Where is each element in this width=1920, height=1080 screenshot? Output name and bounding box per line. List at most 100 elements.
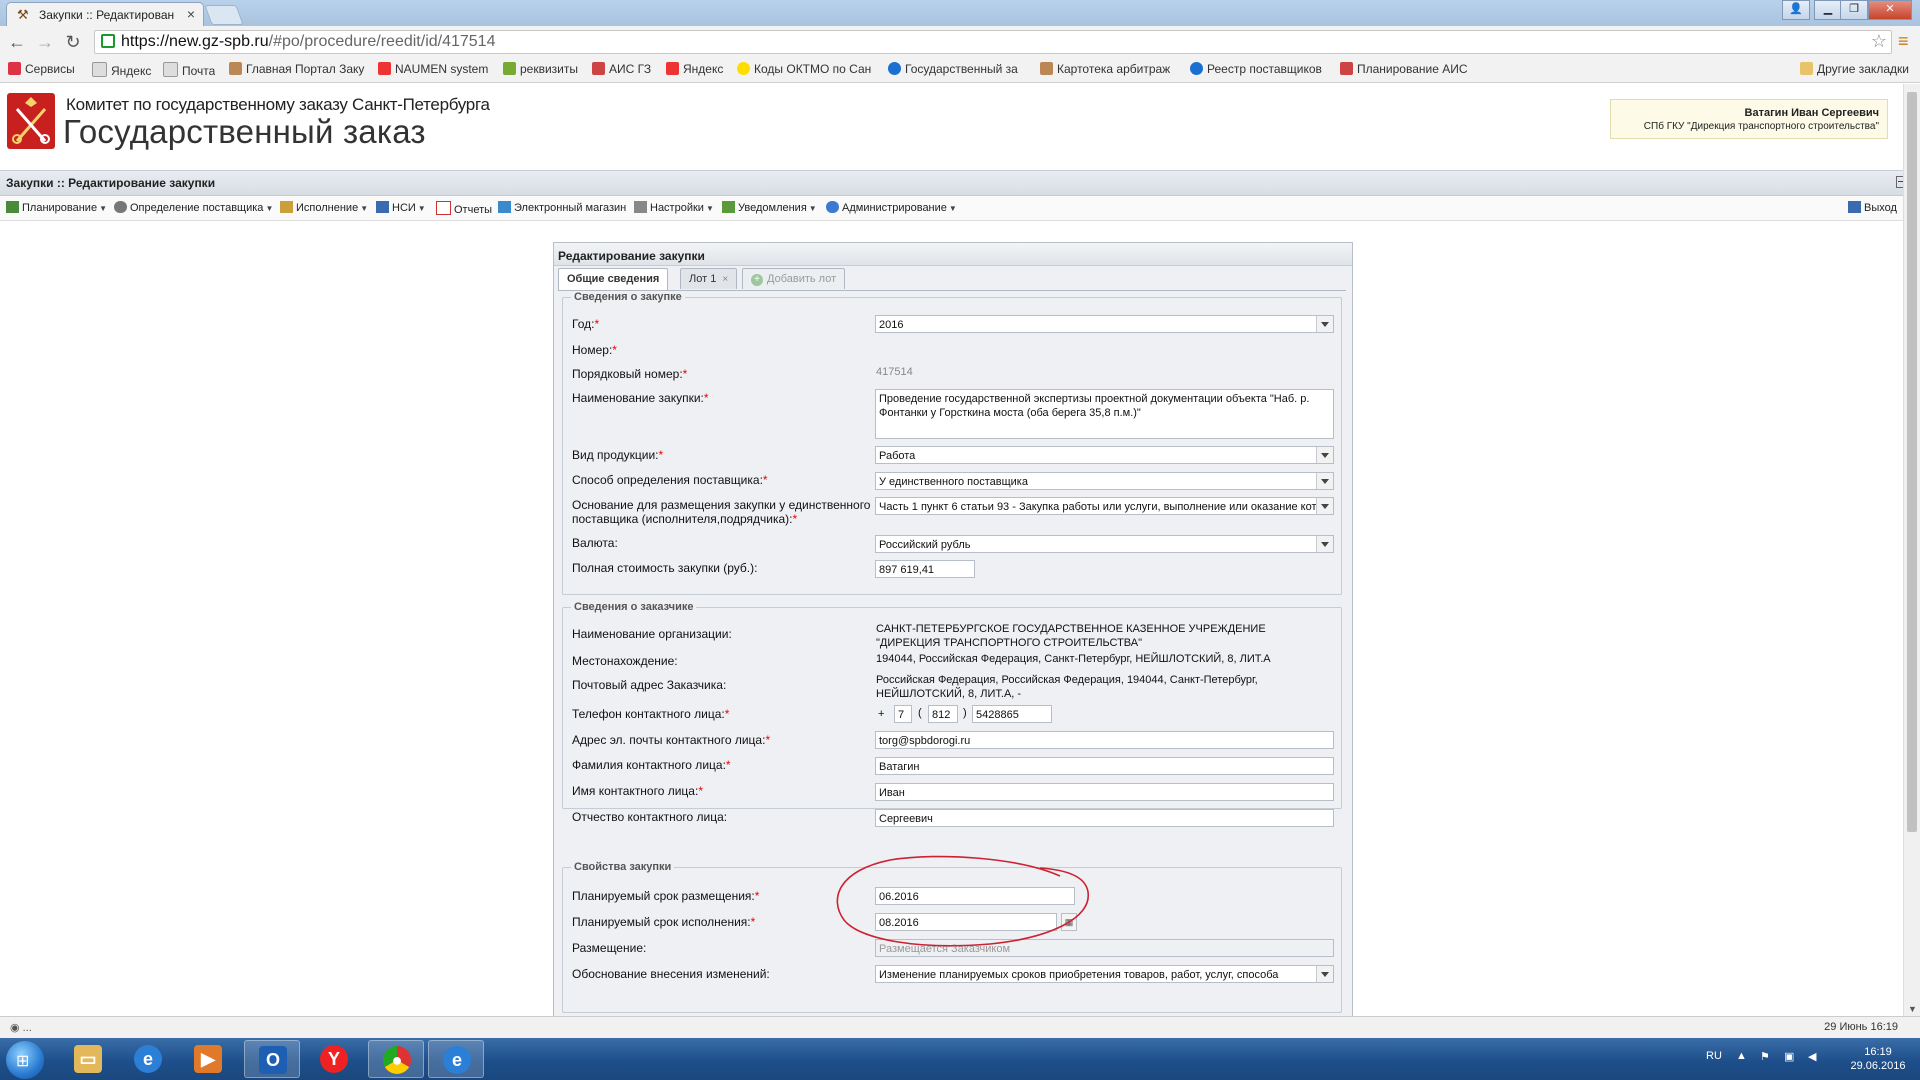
phone-country-input[interactable]: 7 [894, 705, 912, 723]
tools-icon [592, 62, 605, 75]
exit-button[interactable]: Выход [1848, 201, 1897, 214]
product-type-select[interactable]: Работа [875, 446, 1334, 464]
total-cost-input[interactable]: 897 619,41 [875, 560, 975, 578]
chevron-down-icon[interactable] [1316, 536, 1333, 552]
chevron-down-icon[interactable] [1316, 447, 1333, 463]
phone-number-input[interactable]: 5428865 [972, 705, 1052, 723]
bookmark-item[interactable]: Главная Портал Заку [229, 62, 365, 76]
tray-expand-icon[interactable]: ▲ [1736, 1050, 1747, 1062]
restore-window-button[interactable]: ❐ [1840, 0, 1868, 20]
back-arrow-icon[interactable]: ← [6, 32, 28, 52]
new-tab-button[interactable] [204, 5, 244, 25]
bookmark-item[interactable]: Яндекс [92, 62, 151, 78]
report-icon [436, 201, 451, 215]
internet-explorer-icon: e [134, 1045, 162, 1073]
close-tab-icon[interactable]: × [722, 274, 728, 285]
page-scrollbar[interactable]: ▼ [1903, 84, 1920, 1016]
product-type-label: Вид продукции:* [572, 448, 664, 462]
bookmark-item[interactable]: АИС ГЗ [592, 62, 651, 76]
tab-general[interactable]: Общие сведения [558, 268, 669, 290]
menu-execution[interactable]: Исполнение ▼ [280, 201, 368, 214]
language-indicator[interactable]: RU [1706, 1050, 1722, 1062]
menu-administration[interactable]: Администрирование ▼ [826, 201, 957, 214]
phone-label: Телефон контактного лица:* [572, 707, 730, 721]
change-reason-select[interactable]: Изменение планируемых сроков приобретени… [875, 965, 1334, 983]
procurement-name-textarea[interactable]: Проведение государственной экспертизы пр… [875, 389, 1334, 439]
user-profile-icon[interactable]: 👤 [1782, 0, 1810, 20]
status-bar: ◉ ... 29 Июнь 16:19 [0, 1016, 1920, 1039]
postal-address-line1: Российская Федерация, Российская Федерац… [876, 674, 1258, 686]
email-input[interactable]: torg@spbdorogi.ru [875, 731, 1334, 749]
url-input[interactable]: https://new.gz-spb.ru/#po/procedure/reed… [94, 30, 1892, 54]
bookmark-item[interactable]: Яндекс [666, 62, 723, 76]
other-bookmarks[interactable]: Другие закладки [1800, 62, 1909, 76]
menu-supplier-selection[interactable]: Определение поставщика ▼ [114, 201, 273, 214]
close-window-button[interactable]: ✕ [1868, 0, 1912, 20]
bookmark-item[interactable]: Почта [163, 62, 215, 78]
currency-select[interactable]: Российский рубль [875, 535, 1334, 553]
forward-arrow-icon[interactable]: → [34, 32, 56, 52]
scroll-down-arrow-icon[interactable]: ▼ [1908, 1004, 1917, 1014]
menu-notifications[interactable]: Уведомления ▼ [722, 201, 817, 214]
middle-name-input[interactable]: Сергеевич [875, 809, 1334, 827]
bookmark-item[interactable]: Коды ОКТМО по Сан [737, 62, 877, 76]
chevron-down-icon[interactable] [1316, 498, 1333, 514]
action-center-flag-icon[interactable]: ⚑ [1760, 1050, 1770, 1063]
close-tab-icon[interactable]: × [187, 6, 195, 22]
scrollbar-thumb[interactable] [1907, 92, 1917, 832]
explorer-taskbar-button[interactable]: ▭ [60, 1040, 116, 1078]
bookmark-item[interactable]: Реестр поставщиков [1190, 62, 1330, 76]
year-select[interactable]: 2016 [875, 315, 1334, 333]
reload-icon[interactable]: ↻ [62, 32, 84, 52]
yandex-browser-taskbar-button[interactable]: Y [306, 1040, 362, 1078]
start-button[interactable]: ⊞ [6, 1041, 44, 1079]
year-value: 2016 [879, 319, 904, 331]
basis-select[interactable]: Часть 1 пункт 6 статьи 93 - Закупка рабо… [875, 497, 1334, 515]
menu-e-shop[interactable]: Электронный магазин [498, 201, 626, 214]
ie-taskbar-button[interactable]: e [120, 1040, 176, 1078]
bookmark-item[interactable]: Картотека арбитраж [1040, 62, 1180, 76]
bookmark-item[interactable]: Планирование АИС [1340, 62, 1476, 76]
tab-lot-1[interactable]: Лот 1 × [680, 268, 738, 289]
bookmark-item[interactable]: NAUMEN system [378, 62, 488, 76]
media-player-taskbar-button[interactable]: ▶ [180, 1040, 236, 1078]
browser-menu-icon[interactable]: ≡ [1898, 31, 1912, 52]
clock-date: 29.06.2016 [1850, 1060, 1906, 1072]
phone-code-input[interactable]: 812 [928, 705, 958, 723]
bookmark-star-icon[interactable]: ☆ [1871, 31, 1887, 52]
clock[interactable]: 16:19 29.06.2016 [1848, 1045, 1908, 1073]
clock-time: 16:19 [1864, 1046, 1892, 1058]
bookmark-item[interactable]: реквизиты [503, 62, 578, 76]
number-label: Номер:* [572, 343, 617, 357]
last-name-input[interactable]: Ватагин [875, 757, 1334, 775]
bookmark-label: Реестр поставщиков [1207, 62, 1322, 76]
outlook-taskbar-button[interactable]: O [244, 1040, 300, 1078]
current-user-box[interactable]: Ватагин Иван Сергеевич СПб ГКУ "Дирекция… [1610, 99, 1888, 139]
media-player-icon: ▶ [194, 1045, 222, 1073]
minimize-window-button[interactable]: ▁ [1814, 0, 1842, 20]
browser-tab[interactable]: ⚒ Закупки :: Редактирован × [6, 2, 204, 27]
chevron-down-icon[interactable] [1316, 316, 1333, 332]
supplier-method-select[interactable]: У единственного поставщика [875, 472, 1334, 490]
first-name-input[interactable]: Иван [875, 783, 1334, 801]
menu-nsi[interactable]: НСИ ▼ [376, 201, 426, 214]
bookmark-item[interactable]: Сервисы [8, 62, 75, 76]
chrome-icon: ● [383, 1046, 411, 1074]
bookmark-item[interactable]: Государственный за [888, 62, 1028, 76]
bookmark-label: Почта [182, 64, 216, 78]
basis-label-line1: Основание для размещения закупки у единс… [572, 498, 871, 512]
menu-settings[interactable]: Настройки ▼ [634, 201, 714, 214]
supplier-method-label: Способ определения поставщика:* [572, 473, 768, 487]
network-icon[interactable]: ▣ [1784, 1050, 1794, 1063]
add-lot-button[interactable]: + Добавить лот [742, 268, 846, 289]
emblem-icon [229, 62, 242, 75]
menu-planning[interactable]: Планирование ▼ [6, 201, 107, 214]
outlook-icon: O [259, 1046, 287, 1074]
chevron-down-icon[interactable] [1316, 966, 1333, 982]
ie-taskbar-button-2[interactable]: e [428, 1040, 484, 1078]
volume-icon[interactable]: ◀ [1808, 1050, 1816, 1063]
bookmark-label: Яндекс [683, 62, 724, 76]
chevron-down-icon[interactable] [1316, 473, 1333, 489]
menu-reports[interactable]: Отчеты [436, 201, 492, 216]
chrome-taskbar-button[interactable]: ● [368, 1040, 424, 1078]
